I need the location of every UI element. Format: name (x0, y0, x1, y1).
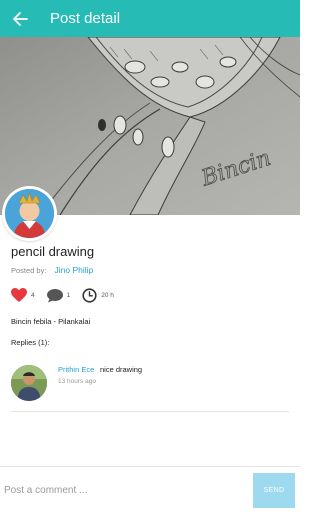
posted-by-label: Posted by: (11, 266, 47, 275)
comment-icon (46, 288, 63, 302)
clock-icon (82, 287, 97, 303)
post-age-text: 20 h (101, 291, 114, 299)
app-bar: Post detail (0, 0, 300, 37)
comment-count: 1 (66, 291, 71, 299)
reply-item: Prithin Ece nice drawing 13 hours ago (11, 362, 289, 402)
comment-input[interactable] (4, 477, 240, 503)
replies-heading: Replies (1): (11, 338, 50, 347)
comment-composer: SEND (0, 466, 300, 512)
reply-time: 13 hours ago (58, 378, 96, 385)
send-button[interactable]: SEND (253, 473, 295, 508)
author-avatar[interactable] (2, 186, 57, 241)
like-button[interactable]: 4 (11, 287, 35, 303)
page-title: Post detail (50, 10, 121, 27)
heart-icon (11, 287, 27, 302)
reply-author[interactable]: Prithin Ece (58, 365, 94, 374)
arrow-left-icon (13, 11, 28, 26)
like-count: 4 (31, 291, 35, 299)
comment-button[interactable]: 1 (46, 288, 71, 303)
pencil-drawing-image: Bincin (0, 37, 300, 215)
reply-avatar[interactable] (11, 365, 47, 401)
post-image[interactable]: Bincin (0, 37, 300, 215)
post-caption: Bincin febila - Pilankalai (11, 317, 91, 326)
reply-author-photo (11, 365, 47, 401)
post-stats: 4 1 20 h (11, 285, 126, 305)
divider (11, 411, 289, 412)
back-button[interactable] (0, 0, 40, 37)
post-age: 20 h (82, 287, 114, 303)
author-photo (5, 189, 54, 238)
author-link[interactable]: Jino Philip (55, 265, 94, 275)
reply-text: nice drawing (100, 365, 143, 374)
post-title: pencil drawing (11, 244, 95, 259)
posted-by: Posted by: Jino Philip (11, 265, 93, 275)
